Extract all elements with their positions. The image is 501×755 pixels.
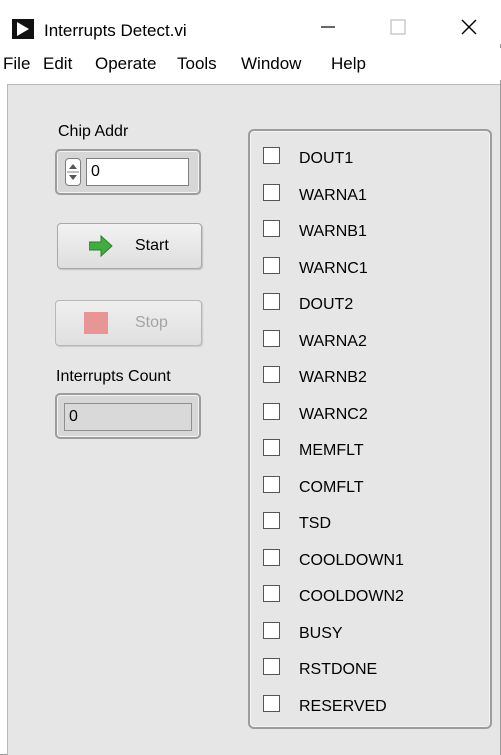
checkbox-cooldown1[interactable] (263, 548, 280, 566)
checkbox-label: WARNA1 (299, 186, 367, 204)
checkbox-label: WARNB1 (299, 223, 367, 240)
checkbox-label: COOLDOWN1 (299, 551, 404, 569)
checkbox-cooldown2[interactable] (263, 585, 280, 602)
checkbox-tsd[interactable] (263, 512, 280, 529)
menu-file[interactable]: File (3, 54, 30, 74)
checkbox-dout1[interactable] (263, 147, 280, 164)
checkbox-warna1[interactable] (263, 183, 280, 201)
checkbox-label: WARNC1 (299, 259, 368, 277)
menu-edit[interactable]: Edit (43, 54, 72, 74)
chip-addr-control: 0 (55, 149, 201, 195)
chip-addr-label: Chip Addr (58, 123, 129, 140)
maximize-button[interactable] (375, 10, 421, 42)
menu-help[interactable]: Help (331, 54, 366, 74)
interrupts-count-indicator: 0 (55, 393, 201, 439)
stop-label: Stop (135, 314, 168, 331)
front-panel: Chip Addr 0 Start Stop Interrupts Count … (7, 84, 500, 755)
checkbox-rstdone[interactable] (263, 658, 280, 675)
checkbox-label: RESERVED (299, 697, 387, 715)
checkbox-label: DOUT1 (299, 150, 354, 167)
minimize-button[interactable] (305, 10, 351, 42)
chip-addr-spinner[interactable] (65, 158, 81, 186)
title-bar: Interrupts Detect.vi (0, 0, 501, 44)
checkbox-label: MEMFLT (299, 442, 364, 459)
checkbox-memflt[interactable] (263, 439, 280, 456)
chip-addr-input[interactable]: 0 (86, 158, 189, 186)
checkbox-comflt[interactable] (263, 475, 280, 493)
interrupt-flags-cluster: DOUT1 WARNA1 WARNB1 WARNC1 DOUT2 WARNA2 WARNB2… (248, 129, 492, 729)
checkbox-warnb2[interactable] (263, 366, 280, 383)
checkbox-label: COOLDOWN2 (299, 588, 404, 605)
menu-operate[interactable]: Operate (95, 54, 156, 74)
stop-square-icon (84, 312, 108, 334)
checkbox-warnc2[interactable] (263, 402, 280, 420)
labview-vi-icon (12, 19, 34, 39)
start-button[interactable]: Start (57, 223, 202, 269)
checkbox-label: WARNB2 (299, 369, 367, 386)
checkbox-dout2[interactable] (263, 293, 280, 310)
checkbox-warnb1[interactable] (263, 220, 280, 237)
checkbox-label: WARNA2 (299, 332, 367, 350)
checkbox-label: COMFLT (299, 478, 364, 496)
arrow-right-icon (88, 234, 113, 262)
checkbox-warnc1[interactable] (263, 256, 280, 274)
labview-window: Interrupts Detect.vi File Edit Operate T… (0, 0, 501, 755)
checkbox-label: WARNC2 (299, 405, 368, 423)
checkbox-label: BUSY (299, 624, 343, 642)
window-title: Interrupts Detect.vi (44, 21, 187, 40)
checkbox-label: TSD (299, 515, 331, 532)
menu-tools[interactable]: Tools (177, 54, 217, 74)
menu-window[interactable]: Window (241, 54, 301, 74)
start-label: Start (135, 237, 169, 254)
checkbox-label: RSTDONE (299, 661, 378, 678)
checkbox-reserved[interactable] (263, 694, 280, 712)
interrupts-count-value: 0 (64, 403, 192, 431)
interrupts-count-label: Interrupts Count (56, 368, 171, 385)
checkbox-warna2[interactable] (263, 329, 280, 347)
checkbox-busy[interactable] (263, 621, 280, 639)
stop-button[interactable]: Stop (55, 300, 202, 346)
checkbox-label: DOUT2 (299, 296, 354, 313)
menu-bar: File Edit Operate Tools Window Help (0, 48, 501, 80)
close-button[interactable] (446, 10, 492, 42)
